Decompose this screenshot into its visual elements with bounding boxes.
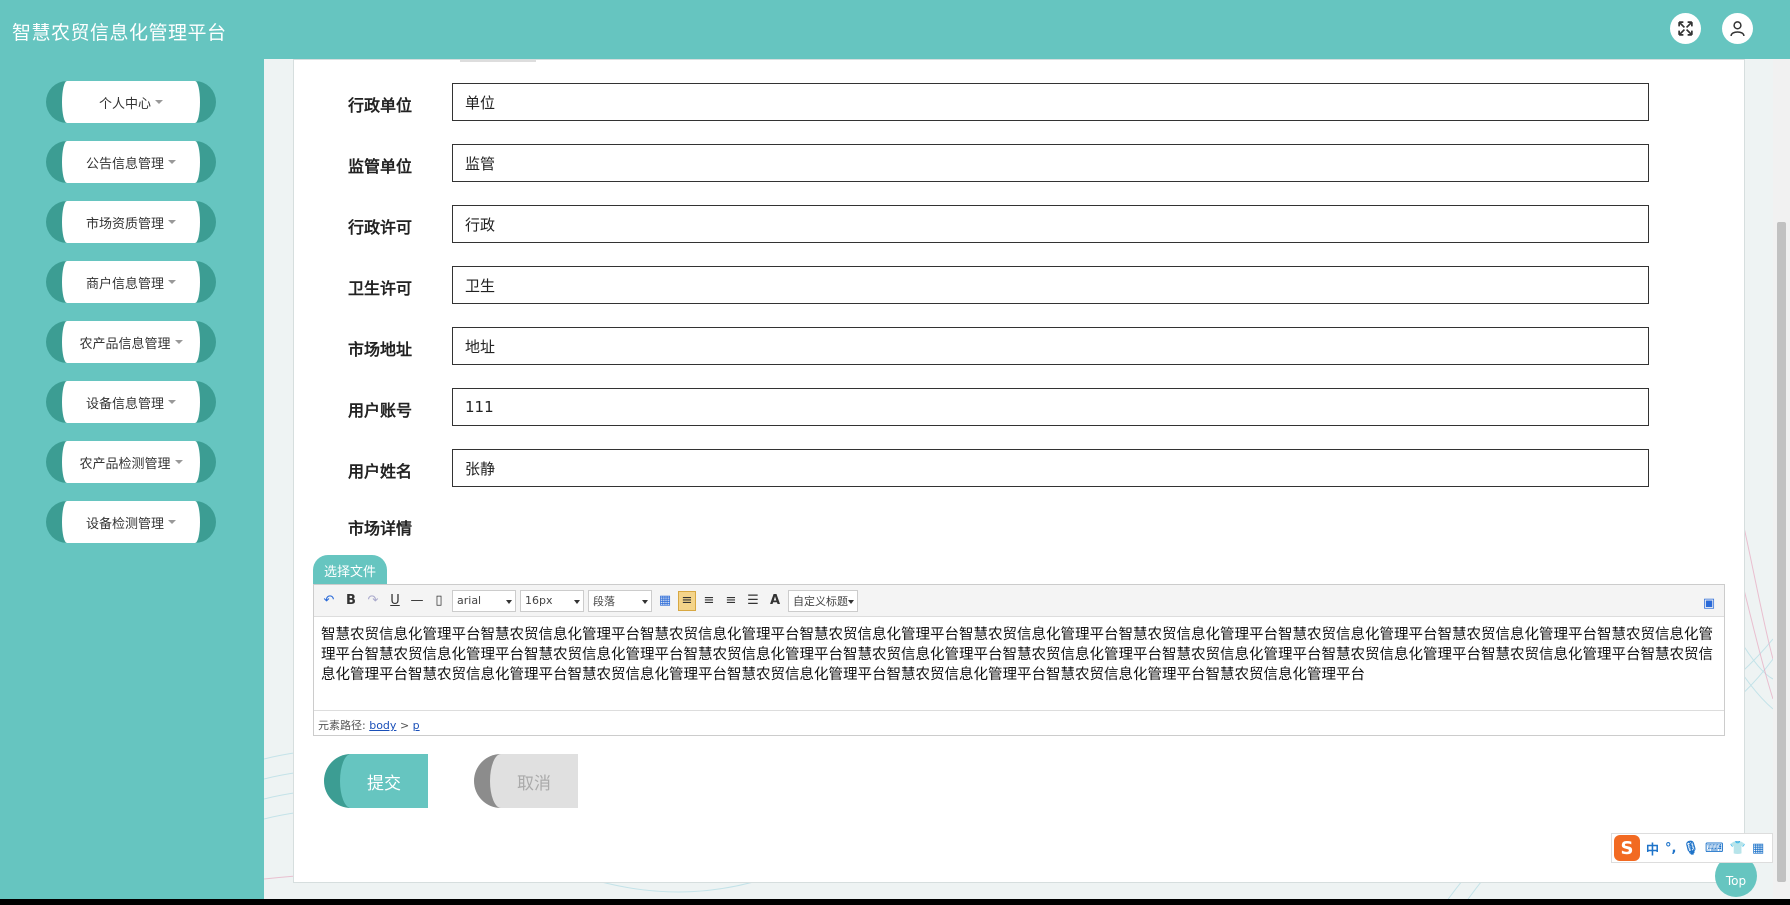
caret-down-icon xyxy=(174,340,183,344)
field-label: 用户姓名 xyxy=(348,462,413,481)
user-account-field[interactable] xyxy=(452,388,1649,426)
form-row: 监管单位 xyxy=(294,144,1746,182)
editor-toolbar: ↶ B ↷ U — ▯ arial 16px 段落 ▦ ≡ ≡ ≡ ☰ A 自定… xyxy=(314,585,1724,617)
ime-punctuation-toggle[interactable]: °, xyxy=(1665,841,1676,856)
editor-content[interactable]: 智慧农贸信息化管理平台智慧农贸信息化管理平台智慧农贸信息化管理平台智慧农贸信息化… xyxy=(321,625,1719,685)
scrollbar-thumb[interactable] xyxy=(1777,222,1786,882)
admin-license-field[interactable] xyxy=(452,205,1649,243)
sidebar-item-label: 公告信息管理 xyxy=(85,156,164,172)
form-card: 行政单位 监管单位 行政许可 卫生许可 市场地址 用户账号 用户姓名 市场详情 xyxy=(293,59,1745,883)
mic-icon[interactable]: 🎙 xyxy=(1682,841,1699,856)
form-row: 卫生许可 xyxy=(294,266,1746,304)
horizontal-rule-icon[interactable]: — xyxy=(408,591,426,611)
main-content: 行政单位 监管单位 行政许可 卫生许可 市场地址 用户账号 用户姓名 市场详情 xyxy=(264,59,1773,905)
page-icon[interactable]: ▯ xyxy=(430,591,448,611)
bold-icon[interactable]: B xyxy=(342,591,360,611)
sidebar-item-products[interactable]: 农产品信息管理 xyxy=(46,321,216,363)
ime-toolbar: S 中 °, 🎙 ⌨ 👕 ▦ xyxy=(1611,833,1773,863)
sogou-logo-icon[interactable]: S xyxy=(1614,835,1640,861)
top-header: 智慧农贸信息化管理平台 xyxy=(0,0,1790,59)
expand-icon xyxy=(1678,21,1693,36)
ime-language-toggle[interactable]: 中 xyxy=(1646,839,1659,858)
caret-down-icon xyxy=(168,220,176,224)
user-icon xyxy=(1730,21,1745,37)
fullscreen-button[interactable] xyxy=(1670,13,1701,44)
caret-down-icon xyxy=(155,100,163,104)
tab-indicator xyxy=(460,60,536,62)
sidebar-item-device-inspection[interactable]: 设备检测管理 xyxy=(46,501,216,543)
underline-icon[interactable]: U xyxy=(386,591,404,611)
supervision-unit-field[interactable] xyxy=(452,144,1649,182)
sidebar-item-product-inspection[interactable]: 农产品检测管理 xyxy=(46,441,216,483)
caret-down-icon xyxy=(168,400,176,404)
page-scrollbar[interactable] xyxy=(1773,59,1790,905)
field-label: 行政许可 xyxy=(348,218,413,237)
market-detail-label: 市场详情 xyxy=(348,519,413,538)
form-row: 市场地址 xyxy=(294,327,1746,365)
element-path-label: 元素路径: xyxy=(318,719,366,732)
font-size-select[interactable]: 16px xyxy=(520,589,584,612)
sidebar: 个人中心 公告信息管理 市场资质管理 商户信息管理 农产品信息管理 设备信息管理… xyxy=(0,59,264,905)
app-title: 智慧农贸信息化管理平台 xyxy=(12,22,227,44)
path-body-link[interactable]: body xyxy=(369,719,396,732)
sidebar-item-label: 农产品检测管理 xyxy=(79,456,171,472)
caret-down-icon xyxy=(168,160,176,164)
bottom-edge xyxy=(0,899,1790,905)
shirt-icon[interactable]: 👕 xyxy=(1730,841,1746,856)
table-icon[interactable]: ▦ xyxy=(656,591,674,611)
sidebar-item-label: 商户信息管理 xyxy=(85,276,164,292)
form-row: 行政单位 xyxy=(294,83,1746,121)
grid-icon[interactable]: ▦ xyxy=(1752,841,1764,856)
sidebar-item-label: 设备信息管理 xyxy=(85,396,164,412)
paragraph-select[interactable]: 段落 xyxy=(588,589,652,612)
sidebar-item-market-qualification[interactable]: 市场资质管理 xyxy=(46,201,216,243)
sidebar-item-label: 市场资质管理 xyxy=(85,216,164,232)
custom-title-select[interactable]: 自定义标题 xyxy=(788,589,858,612)
field-label: 卫生许可 xyxy=(348,279,413,298)
field-label: 市场地址 xyxy=(348,340,413,359)
caret-down-icon xyxy=(168,280,176,284)
sidebar-item-merchants[interactable]: 商户信息管理 xyxy=(46,261,216,303)
choose-file-button[interactable]: 选择文件 xyxy=(313,555,387,585)
undo-icon[interactable]: ↶ xyxy=(320,591,338,611)
align-right-icon[interactable]: ≡ xyxy=(700,591,718,611)
path-separator: > xyxy=(399,719,410,732)
user-button[interactable] xyxy=(1722,13,1753,44)
keyboard-icon[interactable]: ⌨ xyxy=(1705,841,1724,856)
caret-down-icon xyxy=(174,460,183,464)
sidebar-item-label: 设备检测管理 xyxy=(85,516,164,532)
submit-button[interactable]: 提交 xyxy=(324,754,428,808)
font-color-icon[interactable]: A xyxy=(766,591,784,611)
sidebar-item-personal-center[interactable]: 个人中心 xyxy=(46,81,216,123)
path-p-link[interactable]: p xyxy=(413,719,420,732)
justify-icon[interactable]: ☰ xyxy=(744,591,762,611)
field-label: 行政单位 xyxy=(348,96,413,115)
form-row: 行政许可 xyxy=(294,205,1746,243)
element-path-bar: 元素路径: body > p xyxy=(314,710,1724,735)
user-name-field[interactable] xyxy=(452,449,1649,487)
health-license-field[interactable] xyxy=(452,266,1649,304)
form-row: 用户姓名 xyxy=(294,449,1746,487)
field-label: 监管单位 xyxy=(348,157,413,176)
rich-text-editor: ↶ B ↷ U — ▯ arial 16px 段落 ▦ ≡ ≡ ≡ ☰ A 自定… xyxy=(313,584,1725,736)
caret-down-icon xyxy=(168,520,176,524)
field-label: 用户账号 xyxy=(348,401,413,420)
align-left-icon[interactable]: ≡ xyxy=(678,590,696,611)
sidebar-item-devices[interactable]: 设备信息管理 xyxy=(46,381,216,423)
redo-icon[interactable]: ↷ xyxy=(364,591,382,611)
form-row: 用户账号 xyxy=(294,388,1746,426)
sidebar-item-label: 农产品信息管理 xyxy=(79,336,171,352)
cancel-button[interactable]: 取消 xyxy=(474,754,578,808)
fullscreen-editor-icon[interactable]: ▣ xyxy=(1700,593,1718,613)
font-family-select[interactable]: arial xyxy=(452,589,516,612)
align-center-icon[interactable]: ≡ xyxy=(722,591,740,611)
sidebar-item-label: 个人中心 xyxy=(98,96,151,112)
market-address-field[interactable] xyxy=(452,327,1649,365)
admin-unit-field[interactable] xyxy=(452,83,1649,121)
sidebar-item-notices[interactable]: 公告信息管理 xyxy=(46,141,216,183)
